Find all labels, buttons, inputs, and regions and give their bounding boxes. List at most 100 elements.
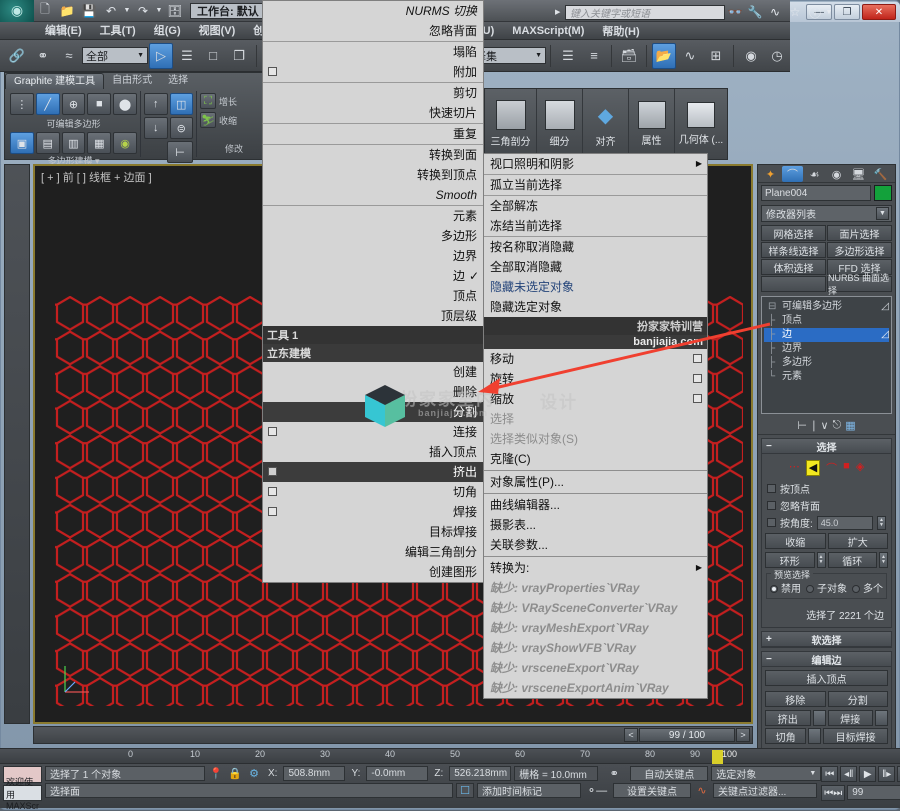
current-frame-display[interactable]: 99 / 100: [639, 728, 735, 742]
remove-button[interactable]: 移除: [765, 691, 826, 707]
quad-item-scale[interactable]: 缩放: [484, 389, 707, 409]
vertex-icon-panel[interactable]: ⋯: [789, 460, 800, 476]
remove-modifier-icon[interactable]: ⎋: [833, 419, 842, 432]
z-coordinate-field[interactable]: 526.218mm: [449, 766, 512, 781]
preview-option-multiple[interactable]: 多个: [852, 580, 883, 595]
stack-row-editable-poly[interactable]: ⊟ 可编辑多边形 ◿: [764, 300, 889, 314]
quad-item-curve-editor[interactable]: 曲线编辑器...: [484, 495, 707, 515]
modifier-vol-select[interactable]: 体积选择: [761, 259, 826, 275]
settings-box-icon[interactable]: [268, 67, 277, 76]
loop-spinner[interactable]: ▲ ▼: [879, 552, 888, 568]
menu-item-help[interactable]: 帮助(H): [593, 23, 648, 39]
pin-icon[interactable]: 📍: [208, 766, 224, 781]
y-coordinate-field[interactable]: -0.0mm: [366, 766, 429, 781]
quad-item-viewport-lighting-shadows[interactable]: 视口照明和阴影 ▶: [484, 154, 707, 174]
msmooth-icon[interactable]: ▦: [87, 132, 112, 154]
toolbar-button-geometry[interactable]: 几何体 (...: [675, 89, 727, 159]
by-vertex-checkbox[interactable]: [767, 484, 776, 493]
insert-vertex-button[interactable]: 插入顶点: [765, 670, 888, 686]
stack-row-element[interactable]: └ 元素: [764, 370, 889, 384]
preview-option-subobject[interactable]: 子对象: [806, 580, 847, 595]
link-icon[interactable]: 🔗: [5, 43, 29, 69]
absolute-mode-transform-icon[interactable]: ⚙: [246, 766, 262, 781]
quad-item-hide-unselected[interactable]: 隐藏未选定对象: [484, 277, 707, 297]
previous-frame-icon[interactable]: ◂‖: [840, 766, 858, 782]
bind-space-warp-icon[interactable]: ≈: [57, 43, 81, 69]
help-dropdown-icon[interactable]: ▼: [825, 4, 833, 20]
quad-item-nurms-toggle[interactable]: NURMS 切换: [263, 1, 483, 21]
quad-item-move[interactable]: 移动: [484, 349, 707, 369]
extrude-settings-icon[interactable]: [812, 710, 826, 726]
selected-object-combo[interactable]: 选定对象 ▼: [711, 766, 822, 781]
modifier-nurbs-select[interactable]: NURBS 曲面选择: [827, 273, 892, 296]
loop-up-icon[interactable]: ↑: [144, 93, 168, 115]
go-to-start-icon[interactable]: ⏮: [821, 766, 839, 782]
settings-box-icon-chamfer[interactable]: [268, 487, 277, 496]
flow-connect-icon[interactable]: ⊢: [167, 141, 193, 163]
maximize-button[interactable]: ❐: [834, 4, 860, 20]
undo-icon[interactable]: ↶: [101, 2, 121, 20]
modifier-patch-select[interactable]: 面片选择: [827, 225, 892, 241]
quad-item-repeat[interactable]: 重复: [263, 124, 483, 144]
modifier-mesh-select[interactable]: 网格选择: [761, 225, 826, 241]
menu-item-maxscript[interactable]: MAXScript(M): [503, 25, 593, 37]
key-mode-icon[interactable]: ⚬—: [584, 783, 610, 798]
menu-item-views[interactable]: 视图(V): [190, 22, 245, 40]
create-tab[interactable]: ✦: [760, 166, 781, 182]
new-file-icon[interactable]: 🗋: [35, 2, 55, 20]
quad-item-hide-selection[interactable]: 隐藏选定对象: [484, 297, 707, 317]
unlink-icon[interactable]: ⚭: [31, 43, 55, 69]
quad-item-connect[interactable]: 连接: [263, 422, 483, 442]
prev-frame-button[interactable]: <: [624, 728, 638, 742]
repeat-icon[interactable]: ▣: [10, 132, 34, 154]
viewport-label[interactable]: [ + ] 前 [ ] 线框 + 边面 ]: [41, 169, 152, 185]
quad-item-unhide-by-name[interactable]: 按名称取消隐藏: [484, 237, 707, 257]
quad-item-chamfer[interactable]: 切角: [263, 482, 483, 502]
close-button[interactable]: ✕: [862, 4, 896, 20]
window-crossing-icon[interactable]: ❐: [227, 43, 251, 69]
save-icon[interactable]: 💾: [79, 2, 99, 20]
render-setup-icon[interactable]: ◷: [765, 43, 789, 69]
edge-icon-panel[interactable]: ◀: [805, 460, 821, 476]
add-time-tag-button[interactable]: 添加时间标记: [477, 783, 581, 798]
select-object-icon[interactable]: ▷: [149, 42, 173, 69]
quad-menu-left[interactable]: NURMS 切换 忽略背面 塌陷 附加 剪切 快速切片 重复 转换到面 转换到顶…: [262, 0, 484, 583]
target-weld-button[interactable]: 目标焊接: [823, 728, 888, 744]
quad-item-extrude[interactable]: 挤出: [263, 462, 483, 482]
by-angle-spinner[interactable]: ▲ ▼: [877, 515, 886, 530]
edge-icon[interactable]: ╱: [35, 93, 60, 115]
quad-item-freeze-selection[interactable]: 冻结当前选择: [484, 216, 707, 236]
quad-item-edge[interactable]: 边 ✓: [263, 266, 483, 286]
curve-icon[interactable]: ∿: [765, 4, 785, 20]
modifier-spline-select[interactable]: 样条线选择: [761, 242, 826, 258]
motion-tab[interactable]: ◉: [826, 166, 847, 182]
quad-item-unhide-all[interactable]: 全部取消隐藏: [484, 257, 707, 277]
3dsmax-logo-icon[interactable]: ◉: [0, 0, 34, 22]
settings-box-icon-extrude[interactable]: [268, 467, 277, 476]
rollout-edit-edges-header[interactable]: − 编辑边: [762, 652, 891, 667]
stack-row-edge[interactable]: ├ 边 ◿: [764, 328, 889, 342]
quad-item-clone[interactable]: 克隆(C): [484, 449, 707, 469]
quad-item-create[interactable]: 创建: [263, 362, 483, 382]
grow-row[interactable]: ⛶ 增长: [200, 93, 268, 109]
quad-item-attach[interactable]: 附加: [263, 62, 483, 82]
key-mode-toggle-icon-2[interactable]: ⏮⏭: [821, 785, 846, 801]
rollout-soft-selection-header[interactable]: + 软选择: [762, 632, 891, 647]
split-button[interactable]: 分割: [827, 691, 888, 707]
quad-item-target-weld[interactable]: 目标焊接: [263, 522, 483, 542]
quad-item-unfreeze-all[interactable]: 全部解冻: [484, 196, 707, 216]
pin-stack-icon[interactable]: ⊢: [797, 419, 807, 432]
undo-dropdown-icon[interactable]: ▼: [123, 2, 131, 20]
connect-edges-icon[interactable]: ⊜: [169, 117, 193, 139]
polygon-icon[interactable]: ■: [87, 93, 112, 115]
material-editor-icon[interactable]: ◉: [739, 43, 763, 69]
make-unique-icon[interactable]: ∨: [820, 419, 828, 432]
rollout-selection-header[interactable]: − 选择: [762, 439, 891, 454]
lock-selection-icon[interactable]: 🔒: [227, 766, 243, 781]
settings-box-icon-move[interactable]: [693, 354, 702, 363]
schematic-view-icon[interactable]: ⊞: [704, 43, 728, 69]
quad-item-polygon[interactable]: 多边形: [263, 226, 483, 246]
quad-item-rotate[interactable]: 旋转: [484, 369, 707, 389]
stack-row-vertex[interactable]: ├ 顶点: [764, 314, 889, 328]
quad-item-smooth[interactable]: Smooth: [263, 185, 483, 205]
